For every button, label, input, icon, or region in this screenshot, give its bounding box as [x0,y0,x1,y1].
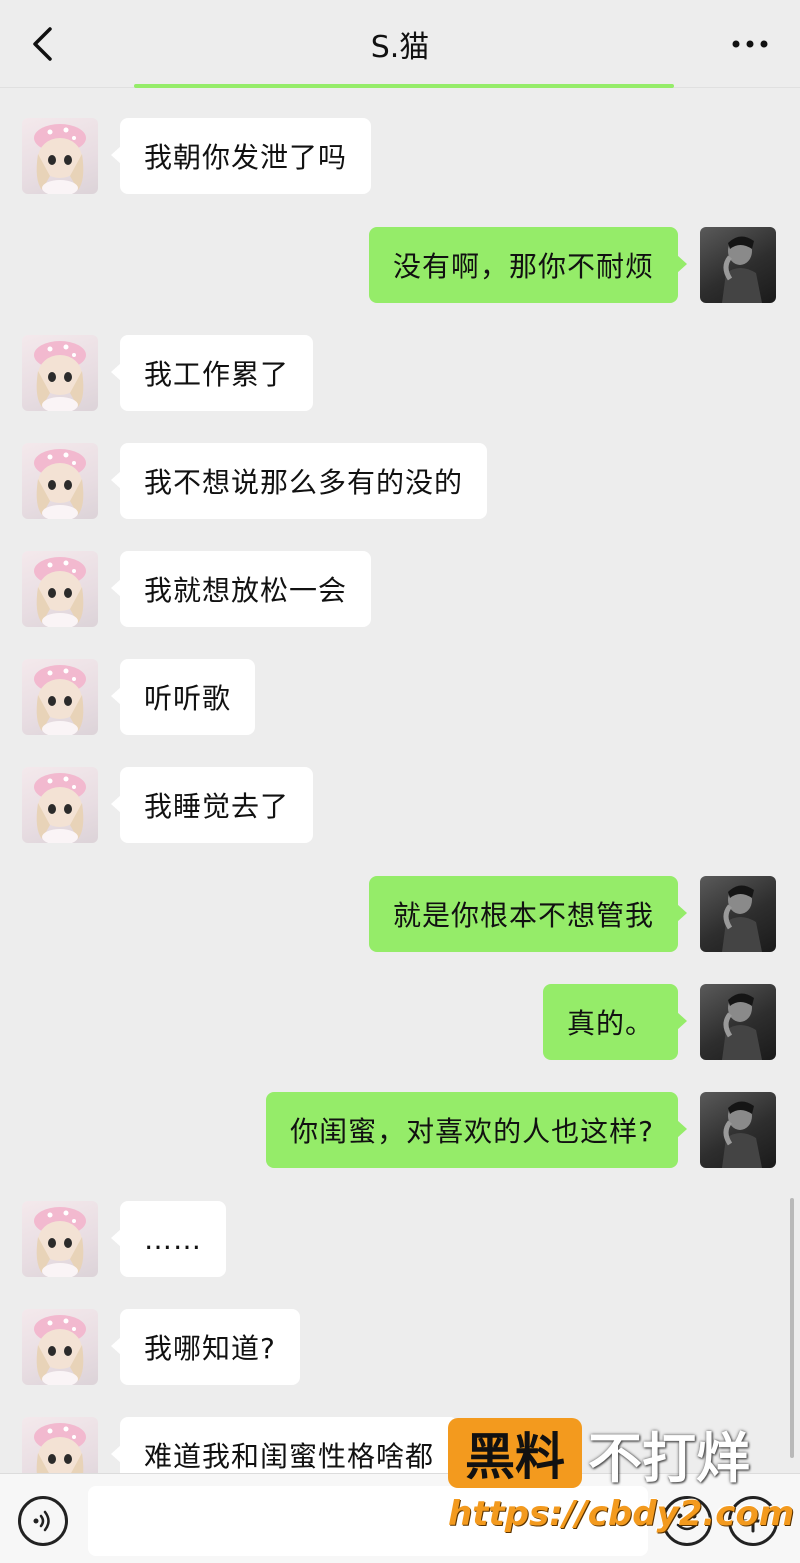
received-bubble[interactable]: 我睡觉去了 [110,767,314,843]
received-bubble[interactable]: 我工作累了 [110,335,314,411]
message-row: 我工作累了 [0,335,800,415]
message-row: 听听歌 [0,659,800,739]
back-button[interactable] [22,22,62,66]
contact-avatar[interactable] [22,659,98,735]
watermark-text: 不打烊 [588,1426,750,1490]
more-dots-icon [732,40,768,48]
received-bubble[interactable]: 难道我和闺蜜性格啥都 [110,1417,459,1473]
more-button[interactable] [730,30,770,58]
voice-button[interactable] [18,1496,68,1546]
message-row: 我就想放松一会 [0,551,800,631]
watermark: 黑料 不打烊 https://cbdy2.com [448,1416,794,1546]
sent-bubble[interactable]: 没有啊，那你不耐烦 [368,227,688,303]
contact-avatar[interactable] [22,1309,98,1385]
message-row: 没有啊，那你不耐烦 [0,227,800,307]
sent-bubble[interactable]: 真的。 [542,984,688,1060]
received-bubble[interactable]: 我不想说那么多有的没的 [110,443,488,519]
message-row: …… [0,1201,800,1281]
contact-avatar[interactable] [22,118,98,194]
sent-bubble[interactable]: 你闺蜜，对喜欢的人也这样? [266,1092,687,1168]
received-bubble[interactable]: …… [111,1201,226,1277]
received-bubble[interactable]: 我朝你发泄了吗 [110,118,372,194]
contact-avatar[interactable] [22,767,98,843]
watermark-badge: 黑料 [448,1418,582,1488]
user-avatar[interactable] [700,876,776,952]
user-avatar[interactable] [700,1092,776,1168]
contact-avatar[interactable] [22,443,98,519]
message-row: 我不想说那么多有的没的 [0,443,800,523]
contact-avatar[interactable] [22,551,98,627]
message-row: 我朝你发泄了吗 [0,118,800,198]
chevron-left-icon [33,27,52,61]
sent-bubble[interactable]: 就是你根本不想管我 [368,876,688,952]
message-row: 我哪知道? [0,1309,800,1389]
contact-avatar[interactable] [22,1417,98,1473]
chat-header: S.猫 [0,0,800,88]
received-bubble[interactable]: 我哪知道? [111,1309,300,1385]
voice-icon [33,1510,50,1532]
received-bubble[interactable]: 我就想放松一会 [110,551,372,627]
message-row: 就是你根本不想管我 [0,876,800,956]
user-avatar[interactable] [700,227,776,303]
watermark-url: https://cbdy2.com [448,1494,795,1534]
scrollbar[interactable] [790,1198,794,1458]
contact-avatar[interactable] [22,335,98,411]
message-row: 你闺蜜，对喜欢的人也这样? [0,1092,800,1172]
contact-avatar[interactable] [22,1201,98,1277]
chat-title: S.猫 [370,29,430,65]
message-list[interactable]: 我朝你发泄了吗 没有啊，那你不耐烦 我工作累了 我不想说那么多有的没的 我就想放… [0,88,800,1473]
user-avatar[interactable] [700,984,776,1060]
received-bubble[interactable]: 听听歌 [110,659,256,735]
message-row: 我睡觉去了 [0,767,800,847]
message-row: 真的。 [0,984,800,1064]
